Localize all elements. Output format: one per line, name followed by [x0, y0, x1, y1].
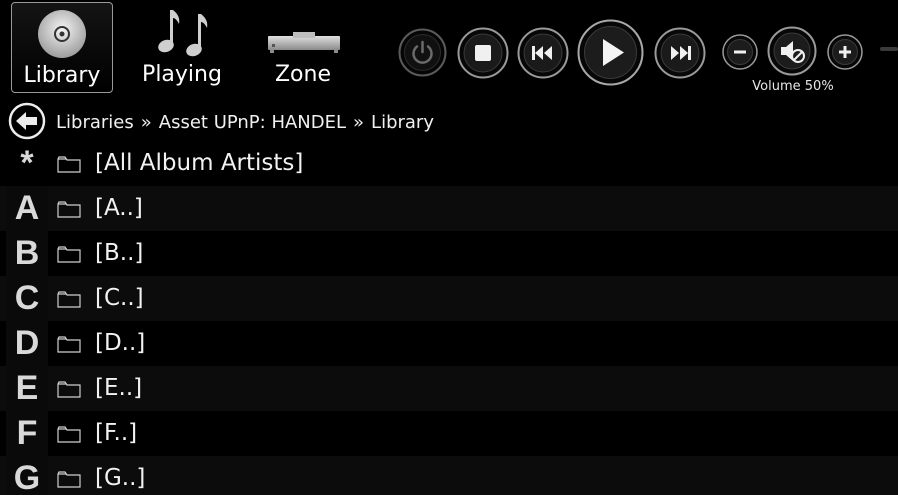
list-item-label: [A..]: [95, 195, 143, 221]
volume-down-button[interactable]: [722, 34, 758, 70]
list-item[interactable]: D [D..]: [0, 321, 898, 366]
volume-slider[interactable]: [880, 47, 898, 51]
tab-library-label: Library: [23, 63, 101, 88]
breadcrumb-item-libraries[interactable]: Libraries: [56, 112, 134, 133]
index-letter[interactable]: E: [6, 366, 48, 411]
list-item-label: [All Album Artists]: [95, 150, 304, 176]
volume-down-icon: [722, 34, 758, 70]
index-letter[interactable]: B: [6, 231, 48, 276]
previous-button[interactable]: [517, 27, 569, 79]
folder-icon: [57, 246, 81, 263]
list-item[interactable]: E [E..]: [0, 366, 898, 411]
volume-label: Volume 50%: [752, 79, 834, 94]
next-button[interactable]: [654, 27, 706, 79]
mute-icon: [767, 26, 817, 76]
index-letter[interactable]: F: [6, 411, 48, 456]
back-arrow-icon: [8, 102, 46, 140]
breadcrumb-item-asset-upnp[interactable]: Asset UPnP: HANDEL: [159, 112, 346, 133]
folder-icon: [57, 381, 81, 398]
list-item-label: [B..]: [95, 240, 144, 266]
tab-library[interactable]: Library: [11, 2, 113, 93]
player-device-icon: [252, 6, 354, 58]
power-button[interactable]: [398, 28, 447, 77]
list-item-label: [E..]: [95, 375, 143, 401]
volume-up-button[interactable]: [827, 34, 863, 70]
list-item[interactable]: G [G..]: [0, 456, 898, 495]
stop-icon: [457, 27, 509, 79]
list-item-label: [F..]: [95, 420, 138, 446]
breadcrumb-separator: »: [353, 112, 365, 133]
folder-icon: [57, 201, 81, 218]
breadcrumb: Libraries » Asset UPnP: HANDEL » Library: [56, 112, 434, 133]
index-letter[interactable]: C: [6, 276, 48, 321]
artist-list: * [All Album Artists] A [A..] B [B..] C …: [0, 141, 898, 495]
index-letter[interactable]: G: [6, 456, 48, 495]
tab-playing-label: Playing: [142, 62, 222, 87]
next-icon: [654, 27, 706, 79]
folder-icon: [57, 336, 81, 353]
folder-icon: [57, 426, 81, 443]
list-item[interactable]: C [C..]: [0, 276, 898, 321]
previous-icon: [517, 27, 569, 79]
app-window: Library Playing Zone Volume 50% Librarie…: [0, 0, 898, 495]
volume-up-icon: [827, 34, 863, 70]
list-item[interactable]: F [F..]: [0, 411, 898, 456]
breadcrumb-separator: »: [140, 112, 152, 133]
disc-icon: [12, 7, 112, 59]
index-letter[interactable]: D: [6, 321, 48, 366]
tab-zone-label: Zone: [274, 62, 331, 87]
index-letter[interactable]: A: [6, 186, 48, 231]
list-item-label: [G..]: [95, 465, 146, 491]
folder-icon: [57, 471, 81, 488]
tab-zone[interactable]: Zone: [252, 2, 354, 93]
play-icon: [577, 19, 644, 86]
back-button[interactable]: [8, 102, 46, 140]
list-item[interactable]: A [A..]: [0, 186, 898, 231]
list-item-label: [C..]: [95, 285, 144, 311]
folder-icon: [57, 156, 81, 173]
play-button[interactable]: [577, 19, 644, 86]
power-icon: [398, 28, 447, 77]
mute-button[interactable]: [767, 26, 817, 76]
list-item[interactable]: B [B..]: [0, 231, 898, 276]
tab-playing[interactable]: Playing: [131, 2, 233, 93]
list-item-label: [D..]: [95, 330, 146, 356]
breadcrumb-item-library[interactable]: Library: [371, 112, 434, 133]
stop-button[interactable]: [457, 27, 509, 79]
list-item[interactable]: * [All Album Artists]: [0, 141, 898, 186]
music-notes-icon: [131, 6, 233, 58]
index-asterisk[interactable]: *: [6, 141, 48, 186]
folder-icon: [57, 291, 81, 308]
